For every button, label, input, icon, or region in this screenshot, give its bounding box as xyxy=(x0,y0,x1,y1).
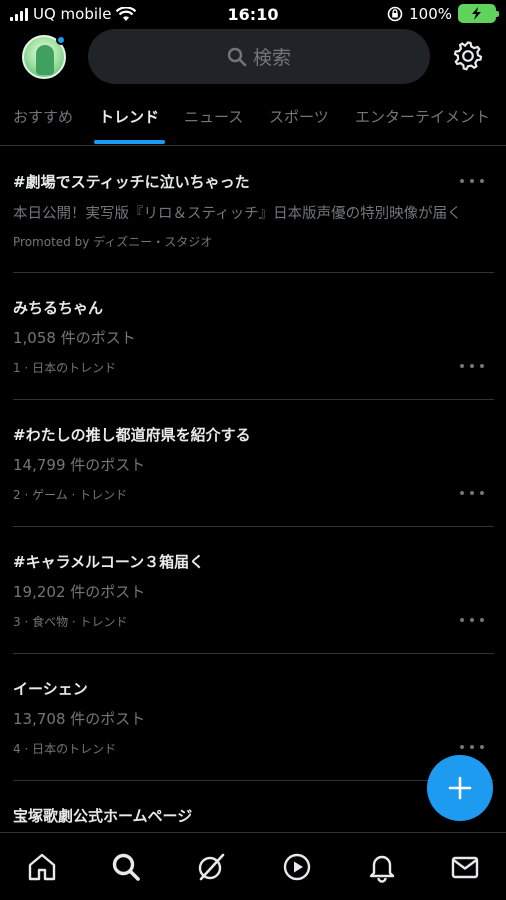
trend-title: #わたしの推し都道府県を紹介する xyxy=(13,426,251,444)
trend-promoted-label: Promoted by ディズニー・スタジオ xyxy=(13,235,213,249)
search-bar[interactable]: 検索 xyxy=(88,29,430,84)
more-options-icon[interactable] xyxy=(460,177,484,185)
status-bar: UQ mobile 16:10 100% xyxy=(0,0,506,28)
trend-post-count: 13,708 件のポスト xyxy=(13,710,146,728)
mail-icon[interactable] xyxy=(449,851,481,883)
home-icon[interactable] xyxy=(26,851,58,883)
divider xyxy=(13,399,494,400)
orientation-lock-icon xyxy=(387,6,403,21)
trend-category: 4 · 日本のトレンド xyxy=(13,742,117,756)
search-placeholder: 検索 xyxy=(252,47,291,69)
trend-item[interactable]: #劇場でスティッチに泣いちゃった 本日公開！実写版『リロ＆スティッチ』日本版声優… xyxy=(0,162,506,272)
trend-category: 2 · ゲーム · トレンド xyxy=(13,488,128,502)
avatar-figure xyxy=(36,45,54,75)
search-icon[interactable] xyxy=(110,851,142,883)
battery-icon xyxy=(458,4,499,23)
more-options-icon[interactable] xyxy=(460,362,484,370)
trend-title: イーシェン xyxy=(13,680,88,698)
tab-sports[interactable]: スポーツ xyxy=(269,106,329,127)
trend-item[interactable]: #キャラメルコーン３箱届く 19,202 件のポスト 3 · 食べ物 · トレン… xyxy=(0,542,506,652)
compose-button[interactable] xyxy=(427,755,493,821)
trend-category: 3 · 食べ物 · トレンド xyxy=(13,615,128,629)
trend-post-count: 14,799 件のポスト xyxy=(13,456,146,474)
trend-category: 1 · 日本のトレンド xyxy=(13,361,117,375)
bottom-nav xyxy=(0,832,506,900)
plus-icon xyxy=(448,776,472,800)
trend-post-count: 1,058 件のポスト xyxy=(13,329,136,347)
trend-description: 本日公開！実写版『リロ＆スティッチ』日本版声優の特別映像が届く xyxy=(13,206,462,222)
divider xyxy=(13,653,494,654)
bell-icon[interactable] xyxy=(366,851,398,883)
divider xyxy=(13,526,494,527)
grok-icon[interactable] xyxy=(195,851,227,883)
divider xyxy=(13,272,494,273)
trend-title: #劇場でスティッチに泣いちゃった xyxy=(13,173,250,191)
trend-title: みちるちゃん xyxy=(13,299,104,317)
more-options-icon[interactable] xyxy=(460,616,484,624)
more-options-icon[interactable] xyxy=(460,489,484,497)
trend-item[interactable]: イーシェン 13,708 件のポスト 4 · 日本のトレンド xyxy=(0,669,506,779)
battery-percent: 100% xyxy=(409,4,452,23)
status-right: 100% xyxy=(387,4,499,23)
tab-recommended[interactable]: おすすめ xyxy=(13,106,73,127)
trend-post-count: 19,202 件のポスト xyxy=(13,583,146,601)
more-options-icon[interactable] xyxy=(460,743,484,751)
search-icon xyxy=(227,47,247,66)
trend-title: #キャラメルコーン３箱届く xyxy=(13,553,205,571)
notification-dot xyxy=(56,35,66,45)
tab-news[interactable]: ニュース xyxy=(184,106,243,127)
play-icon[interactable] xyxy=(281,851,313,883)
trend-item[interactable]: みちるちゃん 1,058 件のポスト 1 · 日本のトレンド xyxy=(0,288,506,398)
trend-item[interactable]: #わたしの推し都道府県を紹介する 14,799 件のポスト 2 · ゲーム · … xyxy=(0,415,506,525)
active-tab-indicator xyxy=(94,140,165,144)
tab-entertainment[interactable]: エンターテイメント xyxy=(355,106,490,127)
explore-tabs: おすすめ トレンド ニュース スポーツ エンターテイメント xyxy=(0,96,506,146)
divider xyxy=(13,780,494,781)
tab-trending[interactable]: トレンド xyxy=(99,106,159,127)
trend-title: 宝塚歌劇公式ホームページ xyxy=(13,807,193,825)
gear-icon[interactable] xyxy=(452,40,484,72)
